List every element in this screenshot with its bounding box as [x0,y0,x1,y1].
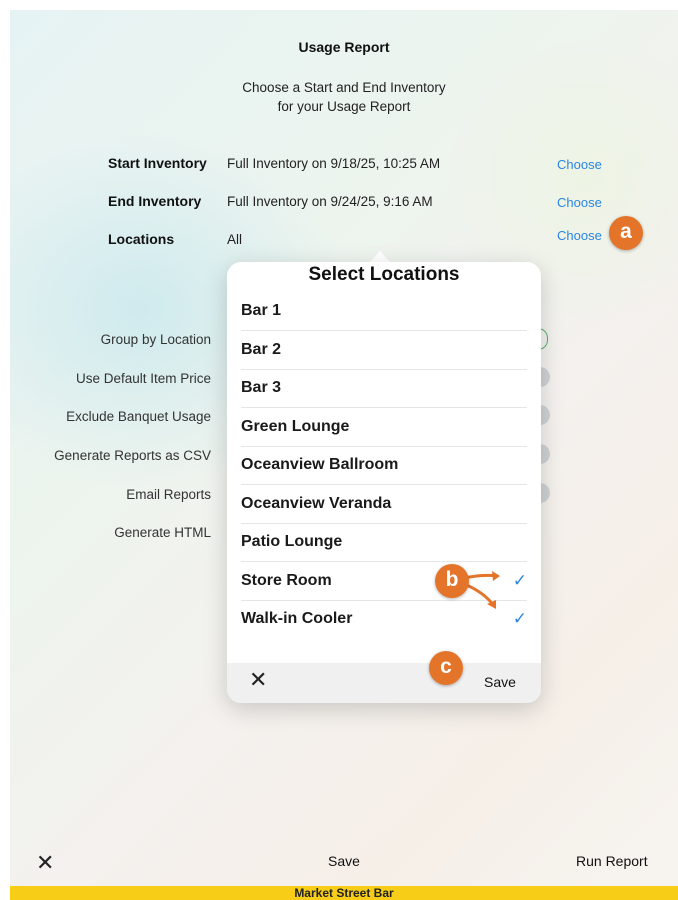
popover-save-button[interactable]: Save [484,674,516,690]
option-email-reports: Email Reports [126,487,211,502]
checkmark-icon: ✓ [512,571,527,590]
arrow-shaft [463,582,496,607]
option-use-default-item-price: Use Default Item Price [75,371,211,386]
location-label: Oceanview Veranda [241,495,392,512]
end-inventory-label: End Inventory [108,193,202,209]
choose-locations-link[interactable]: Choose [557,228,602,243]
select-locations-popover: Select Locations Bar 1 Bar 2 Bar 3 Green… [227,262,541,703]
option-exclude-banquet-usage: Exclude Banquet Usage [66,409,211,424]
end-inventory-value: Full Inventory on 9/24/25, 9:16 AM [227,194,433,209]
run-report-button[interactable]: Run Report [576,853,648,869]
location-item-bar-3[interactable]: Bar 3 [241,369,527,408]
popover-title: Select Locations [308,264,460,285]
page-title: Usage Report [298,39,390,55]
option-generate-html: Generate HTML [114,525,211,540]
checkmark-icon: ✓ [512,609,527,628]
location-item-oceanview-ballroom[interactable]: Oceanview Ballroom [241,446,527,485]
close-icon[interactable]: ✕ [249,667,267,693]
location-label: Walk-in Cooler [241,610,353,627]
location-item-oceanview-veranda[interactable]: Oceanview Veranda [241,485,527,524]
location-item-bar-2[interactable]: Bar 2 [241,331,527,370]
location-label: Bar 1 [241,302,282,319]
arrow-head [492,571,500,581]
location-label: Patio Lounge [241,533,343,550]
close-icon[interactable]: ✕ [36,850,54,876]
locations-label: Locations [108,231,175,247]
location-item-bar-1[interactable]: Bar 1 [241,292,527,331]
location-label: Oceanview Ballroom [241,456,399,473]
callout-marker-b: b [435,564,469,598]
location-label: Bar 3 [241,379,282,396]
location-item-patio-lounge[interactable]: Patio Lounge [241,523,527,562]
subtitle-line: for your Usage Report [277,99,411,114]
option-generate-reports-csv: Generate Reports as CSV [54,448,211,463]
start-inventory-value: Full Inventory on 9/18/25, 10:25 AM [227,156,441,171]
callout-marker-c: c [429,651,463,685]
page-subtitle: Choose a Start and End Inventory for you… [10,78,678,116]
locations-value: All [227,232,243,247]
subtitle-line: Choose a Start and End Inventory [242,80,446,95]
location-label: Bar 2 [241,341,282,358]
location-label: Store Room [241,572,332,589]
location-item-green-lounge[interactable]: Green Lounge [241,408,527,447]
start-inventory-label: Start Inventory [108,155,207,171]
venue-footer: Market Street Bar [10,886,678,900]
choose-start-inventory-link[interactable]: Choose [557,157,602,172]
option-group-by-location: Group by Location [100,332,211,347]
popover-toolbar: ✕ Save [227,663,541,703]
save-button[interactable]: Save [328,853,360,869]
location-label: Green Lounge [241,418,350,435]
choose-end-inventory-link[interactable]: Choose [557,195,602,210]
callout-marker-a: a [609,216,643,250]
